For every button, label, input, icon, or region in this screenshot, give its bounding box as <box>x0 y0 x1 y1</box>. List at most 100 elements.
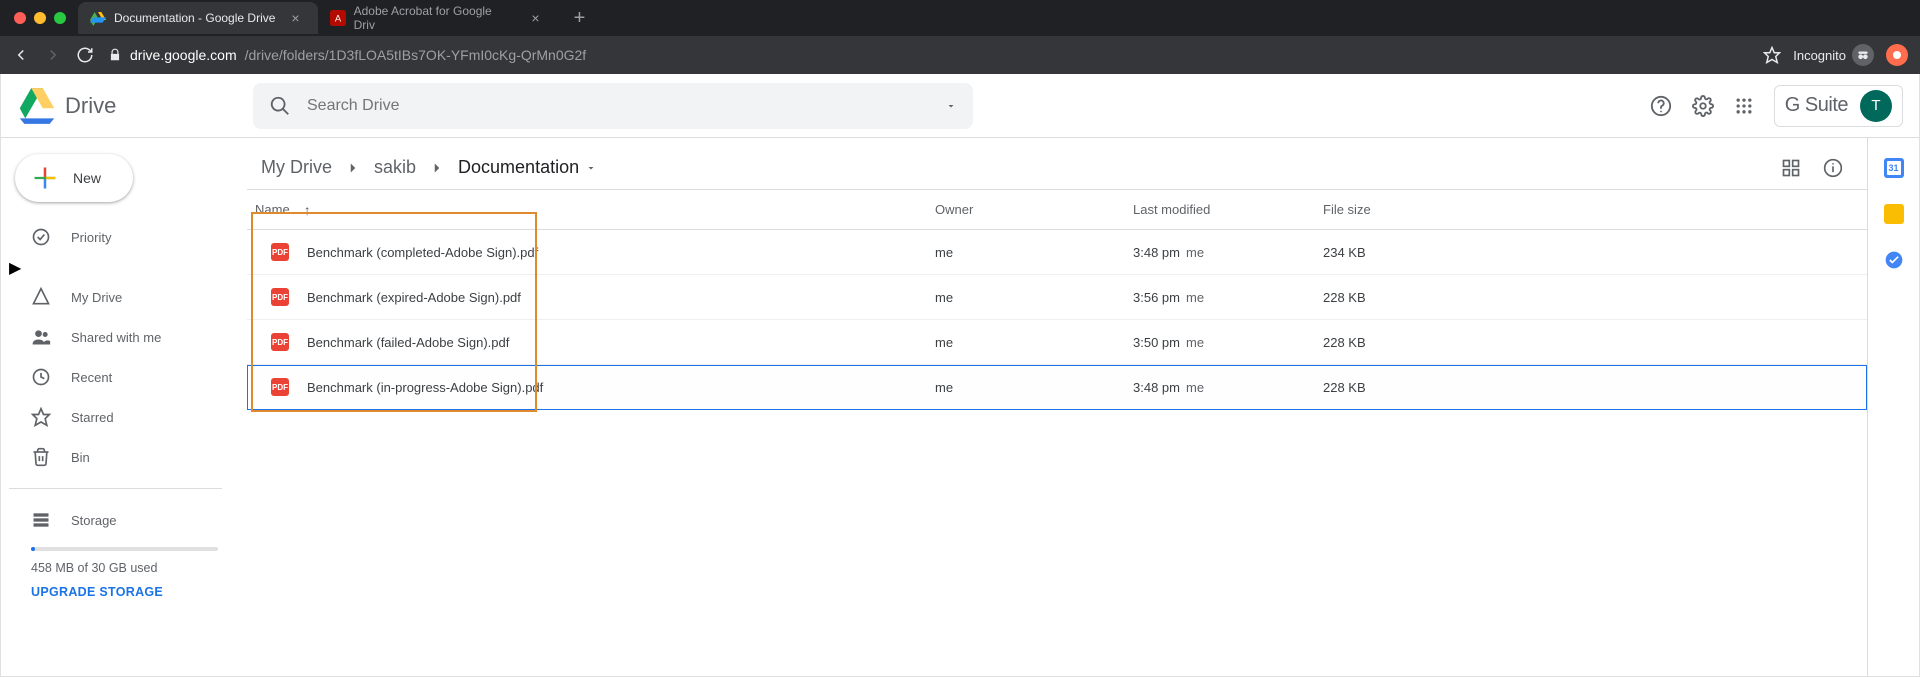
sidebar-item-shared[interactable]: Shared with me <box>9 318 236 356</box>
breadcrumb-item[interactable]: My Drive <box>255 153 338 182</box>
file-name: Benchmark (completed-Adobe Sign).pdf <box>307 245 538 260</box>
url-path: /drive/folders/1D3fLOA5tIBs7OK-YFmI0cKg-… <box>245 47 587 63</box>
window-controls <box>8 12 78 24</box>
breadcrumb-item-current[interactable]: Documentation <box>452 153 603 182</box>
minimize-window-icon[interactable] <box>34 12 46 24</box>
file-owner: me <box>935 245 1133 260</box>
expand-chevron-icon[interactable]: ▶ <box>9 260 21 277</box>
plus-icon <box>31 164 59 192</box>
pdf-file-icon: PDF <box>271 288 289 306</box>
bin-icon <box>31 447 51 467</box>
search-bar[interactable] <box>253 83 973 129</box>
close-window-icon[interactable] <box>14 12 26 24</box>
back-button[interactable] <box>12 46 30 64</box>
sort-ascending-icon: ↑ <box>304 202 311 218</box>
sidebar-item-priority[interactable]: Priority <box>9 218 236 256</box>
drive-logo-icon <box>17 88 57 124</box>
chevron-down-icon <box>585 162 597 174</box>
storage-progress-bar <box>31 547 218 551</box>
calendar-app-icon[interactable]: 31 <box>1884 158 1904 178</box>
file-owner: me <box>935 380 1133 395</box>
sidebar-item-mydrive[interactable]: My Drive <box>9 278 236 316</box>
tab-title: Documentation - Google Drive <box>114 11 275 25</box>
file-modified: 3:48 pmme <box>1133 245 1323 260</box>
storage-usage-text: 458 MB of 30 GB used <box>31 561 218 575</box>
account-avatar[interactable]: T <box>1860 90 1892 122</box>
search-icon <box>269 95 291 117</box>
gsuite-badge[interactable]: G Suite T <box>1774 85 1903 127</box>
drive-body: New Priority ▶ My Drive <box>1 138 1919 676</box>
reload-button[interactable] <box>76 46 94 64</box>
sidebar-item-label: Shared with me <box>71 330 161 345</box>
file-table: Name ↑ Owner Last modified File size PDF… <box>247 190 1867 410</box>
file-name: Benchmark (expired-Adobe Sign).pdf <box>307 290 521 305</box>
profile-button[interactable] <box>1886 44 1908 66</box>
tasks-app-icon[interactable] <box>1884 250 1904 270</box>
address-bar: drive.google.com/drive/folders/1D3fLOA5t… <box>0 36 1920 74</box>
table-header: Name ↑ Owner Last modified File size <box>247 190 1867 230</box>
table-row[interactable]: PDF Benchmark (expired-Adobe Sign).pdf me3… <box>247 275 1867 320</box>
new-button[interactable]: New <box>15 154 133 202</box>
file-size: 228 KB <box>1323 290 1835 305</box>
file-modified: 3:56 pmme <box>1133 290 1323 305</box>
drive-logo[interactable]: Drive <box>17 88 237 124</box>
settings-gear-icon[interactable] <box>1692 95 1714 117</box>
table-row[interactable]: PDFBenchmark (completed-Adobe Sign).pdfm… <box>247 230 1867 275</box>
drive-favicon-icon <box>90 10 106 26</box>
tab-title: Adobe Acrobat for Google Driv <box>354 4 516 32</box>
close-tab-icon[interactable]: × <box>291 10 299 26</box>
new-tab-button[interactable]: + <box>558 7 602 30</box>
file-modified: 3:50 pmme <box>1133 335 1323 350</box>
column-header-size[interactable]: File size <box>1323 202 1835 217</box>
table-row[interactable]: PDF Benchmark (in-progress-Adobe Sign).pd… <box>247 365 1867 410</box>
sidebar-item-label: Bin <box>71 450 90 465</box>
close-tab-icon[interactable]: × <box>531 10 539 26</box>
product-name: Drive <box>65 93 116 119</box>
file-name: Benchmark (in-progress-Adobe Sign).pdf <box>307 380 543 395</box>
chevron-right-icon <box>428 159 446 177</box>
sidebar: New Priority ▶ My Drive <box>1 138 237 676</box>
keep-app-icon[interactable] <box>1884 204 1904 224</box>
incognito-label: Incognito <box>1793 48 1846 63</box>
column-header-modified[interactable]: Last modified <box>1133 202 1323 217</box>
mydrive-icon <box>31 287 51 307</box>
chevron-right-icon <box>344 159 362 177</box>
search-options-icon[interactable] <box>945 100 957 112</box>
layout-toggle-icon[interactable] <box>1781 158 1801 178</box>
help-icon[interactable] <box>1650 95 1672 117</box>
forward-button[interactable] <box>44 46 62 64</box>
main-content: My Drive sakib Documentation Name ↑ <box>237 138 1867 676</box>
drive-app: Drive G Suite T <box>0 74 1920 677</box>
apps-grid-icon[interactable] <box>1734 96 1754 116</box>
breadcrumb-item[interactable]: sakib <box>368 153 422 182</box>
search-input[interactable] <box>307 97 929 115</box>
column-header-owner[interactable]: Owner <box>935 202 1133 217</box>
starred-icon <box>31 407 51 427</box>
lock-icon <box>108 48 122 62</box>
sidebar-item-storage[interactable]: Storage <box>9 501 236 539</box>
sidebar-item-label: Starred <box>71 410 114 425</box>
priority-icon <box>31 227 51 247</box>
sidebar-item-starred[interactable]: Starred <box>9 398 236 436</box>
bookmark-star-icon[interactable] <box>1763 46 1781 64</box>
file-owner: me <box>935 290 1133 305</box>
shared-icon <box>31 327 51 347</box>
browser-tab-inactive[interactable]: A Adobe Acrobat for Google Driv × <box>318 2 558 34</box>
breadcrumb: My Drive sakib Documentation <box>247 138 1867 190</box>
file-size: 228 KB <box>1323 380 1835 395</box>
sidebar-item-bin[interactable]: Bin <box>9 438 236 476</box>
sidebar-item-label: Priority <box>71 230 111 245</box>
table-row[interactable]: PDFBenchmark (failed-Adobe Sign).pdfme3:… <box>247 320 1867 365</box>
upgrade-storage-link[interactable]: UPGRADE STORAGE <box>31 585 218 599</box>
maximize-window-icon[interactable] <box>54 12 66 24</box>
file-owner: me <box>935 335 1133 350</box>
sidebar-item-label: My Drive <box>71 290 122 305</box>
url-display[interactable]: drive.google.com/drive/folders/1D3fLOA5t… <box>108 47 1749 63</box>
recent-icon <box>31 367 51 387</box>
column-header-name[interactable]: Name ↑ <box>255 202 935 218</box>
sidebar-item-recent[interactable]: Recent <box>9 358 236 396</box>
pdf-file-icon: PDF <box>271 378 289 396</box>
browser-tab-active[interactable]: Documentation - Google Drive × <box>78 2 318 34</box>
side-panel: 31 <box>1867 138 1919 676</box>
info-icon[interactable] <box>1823 158 1843 178</box>
